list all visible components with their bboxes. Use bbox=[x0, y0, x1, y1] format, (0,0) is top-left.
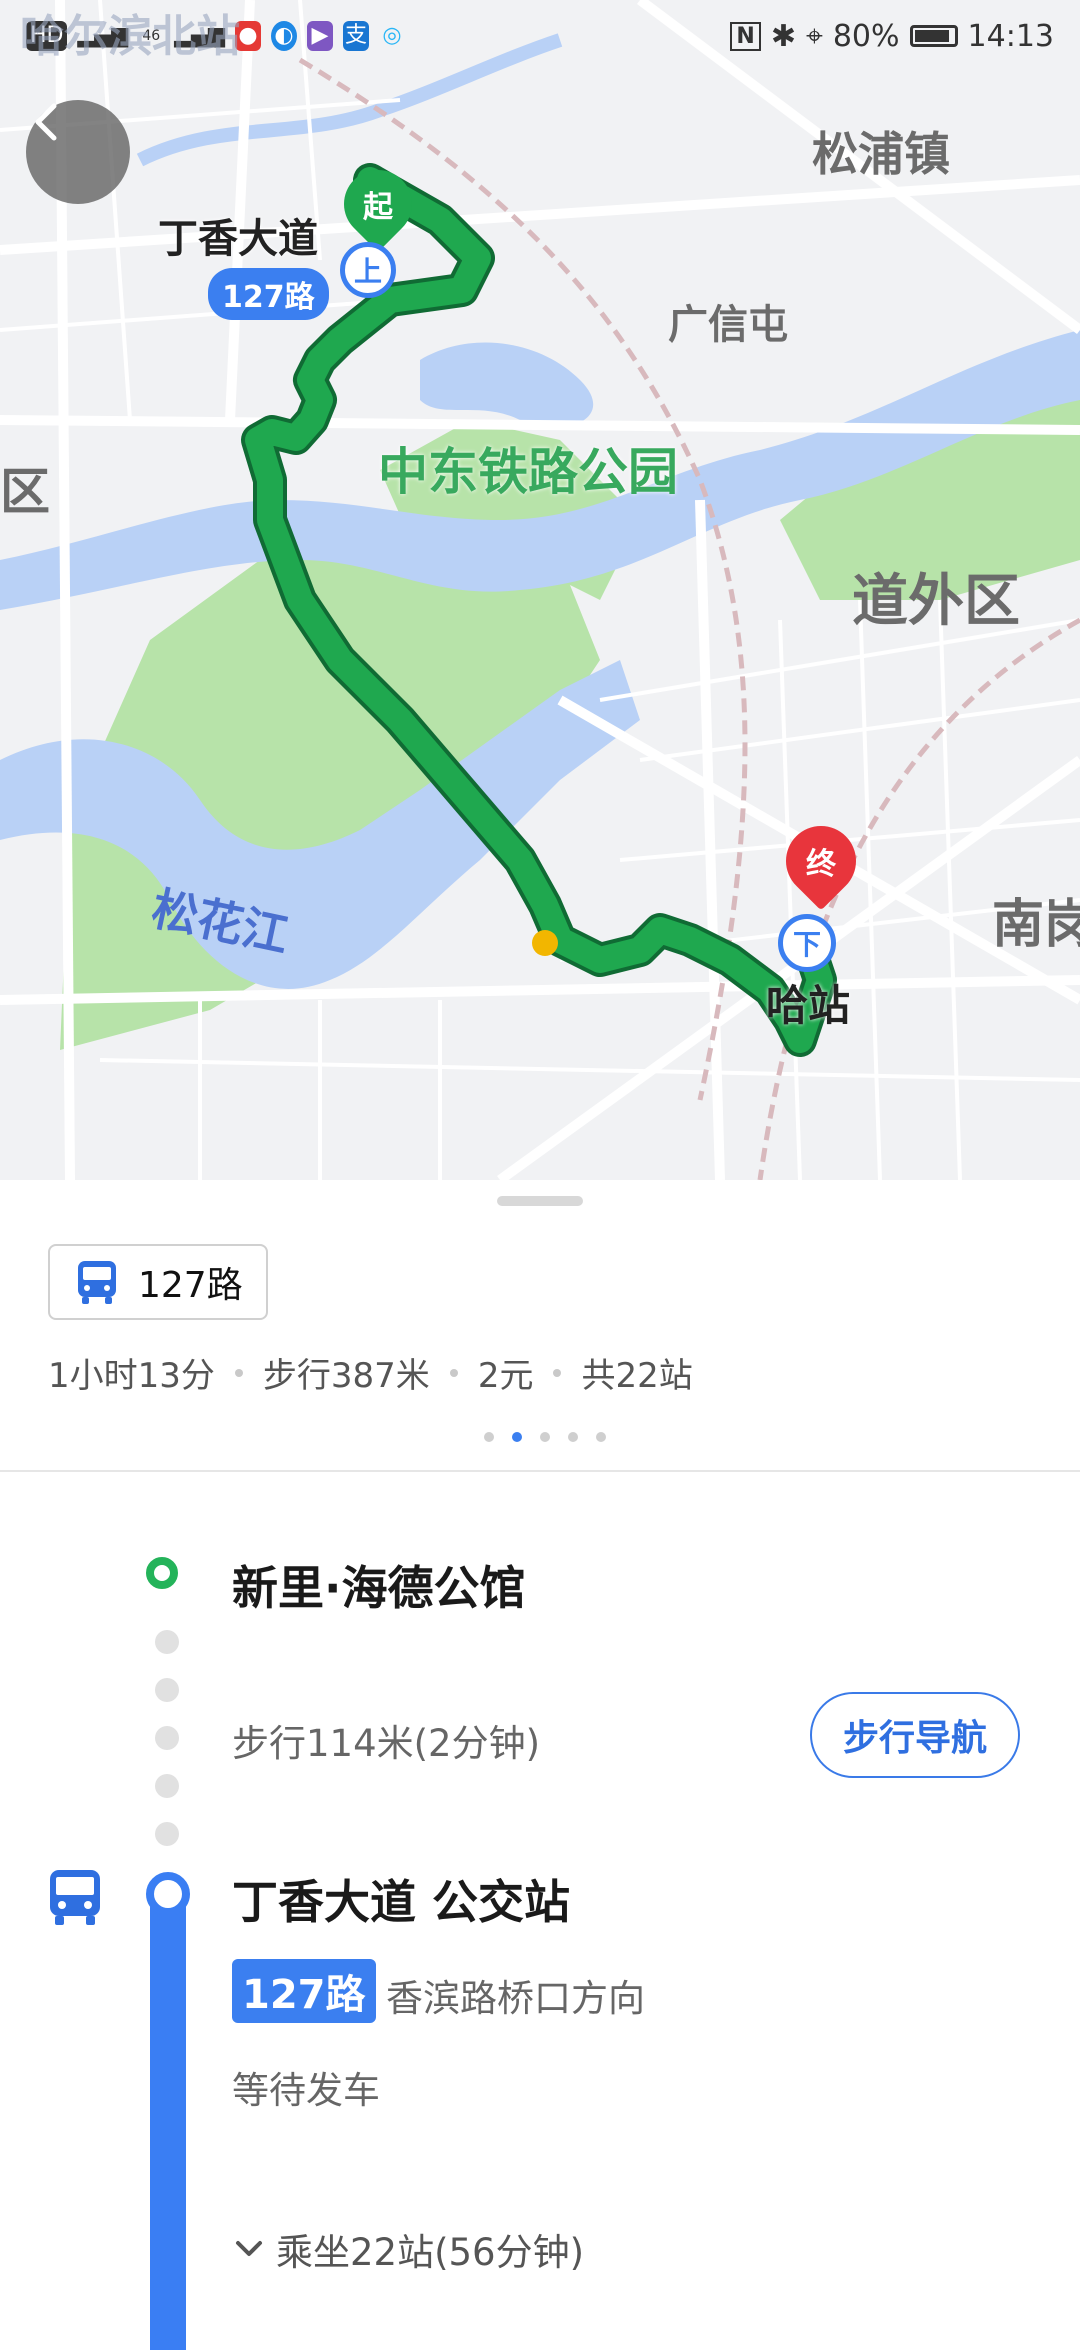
board-stop-marker[interactable]: 上 bbox=[340, 242, 396, 298]
map-label-start-stop: 丁香大道 bbox=[158, 216, 318, 262]
chevron-down-icon bbox=[236, 2241, 262, 2256]
walk-dot bbox=[155, 1630, 179, 1654]
map-line-tag: 127路 bbox=[208, 268, 329, 320]
walk-info: 步行114米(2分钟) bbox=[232, 1722, 541, 1765]
nfc-icon: N bbox=[730, 21, 761, 51]
drag-handle[interactable] bbox=[497, 1196, 583, 1206]
route-summary: 1小时13分 步行387米 2元 共22站 bbox=[48, 1348, 693, 1397]
qq-app-icon: ◎ bbox=[382, 23, 402, 48]
browser-app-icon: ◐ bbox=[271, 21, 298, 51]
line-badge[interactable]: 127路 bbox=[232, 1959, 376, 2023]
route-chip-label: 127路 bbox=[138, 1265, 243, 1306]
bus-stop-name: 丁香大道 公交站 bbox=[232, 1875, 571, 1929]
separator-dot bbox=[449, 1368, 458, 1377]
route-pager-dots[interactable] bbox=[484, 1432, 606, 1442]
walk-dot bbox=[155, 1726, 179, 1750]
map-label-qu: 区 bbox=[0, 463, 50, 521]
bus-icon bbox=[50, 1870, 100, 1925]
bus-stop-marker bbox=[146, 1872, 190, 1916]
summary-stops: 共22站 bbox=[581, 1356, 693, 1396]
wait-status: 等待发车 bbox=[232, 2069, 380, 2112]
ride-info-toggle[interactable]: 乘坐22站(56分钟) bbox=[232, 2222, 584, 2276]
map-label-top-left: 哈尔滨北站 bbox=[20, 11, 240, 62]
pager-dot[interactable] bbox=[512, 1432, 522, 1442]
map-label-guangxin: 广信屯 bbox=[668, 302, 788, 348]
pager-dot[interactable] bbox=[484, 1432, 494, 1442]
start-pin-label: 起 bbox=[363, 190, 393, 225]
alipay-app-icon: 支 bbox=[343, 21, 370, 51]
back-button[interactable] bbox=[26, 100, 130, 204]
separator-dot bbox=[234, 1368, 243, 1377]
bus-icon bbox=[78, 1261, 116, 1304]
origin-marker bbox=[146, 1557, 178, 1589]
traffic-marker bbox=[532, 930, 558, 956]
walk-dot bbox=[155, 1678, 179, 1702]
route-chip[interactable]: 127路 bbox=[48, 1244, 268, 1320]
summary-walk: 步行387米 bbox=[262, 1356, 430, 1396]
status-right: N ✱ ⌖ 80% 14:13 bbox=[730, 19, 1054, 54]
summary-duration: 1小时13分 bbox=[48, 1356, 215, 1396]
battery-icon bbox=[909, 25, 958, 47]
walk-dot bbox=[155, 1822, 179, 1846]
origin-name: 新里·海德公馆 bbox=[232, 1561, 526, 1615]
walk-dot bbox=[155, 1774, 179, 1798]
separator-dot bbox=[553, 1368, 562, 1377]
map-label-end-stop: 哈站 bbox=[766, 981, 851, 1030]
walk-navigation-button[interactable]: 步行导航 bbox=[810, 1692, 1020, 1778]
pager-dot[interactable] bbox=[568, 1432, 578, 1442]
map-label-songpu: 松浦镇 bbox=[812, 127, 950, 181]
video-app-icon: ▶ bbox=[307, 21, 334, 51]
ride-info: 乘坐22站(56分钟) bbox=[276, 2231, 585, 2274]
location-icon: ⌖ bbox=[805, 18, 823, 54]
route-map[interactable]: HD ▂▄▆ 46 ▂▄▆ ● ◐ ▶ 支 ◎ N ✱ ⌖ 80% 14:13 … bbox=[0, 0, 1080, 1180]
route-detail-sheet: 127路 1小时13分 步行387米 2元 共22站 新里·海德公馆 步行114… bbox=[0, 1180, 1080, 2350]
battery-percent: 80% bbox=[832, 18, 900, 54]
river-north-channel bbox=[420, 342, 594, 428]
bus-step-icon bbox=[44, 1868, 106, 1932]
bus-segment-line bbox=[150, 1890, 186, 2350]
pager-dot[interactable] bbox=[596, 1432, 606, 1442]
end-pin-label: 终 bbox=[806, 847, 836, 882]
clock: 14:13 bbox=[967, 18, 1054, 54]
map-label-park: 中东铁路公园 bbox=[378, 443, 678, 501]
alight-stop-marker[interactable]: 下 bbox=[778, 914, 836, 972]
bluetooth-icon: ✱ bbox=[770, 18, 796, 54]
map-label-nan: 南岗 bbox=[992, 895, 1080, 955]
pager-dot[interactable] bbox=[540, 1432, 550, 1442]
summary-fare: 2元 bbox=[477, 1356, 534, 1396]
divider bbox=[0, 1470, 1080, 1472]
chevron-left-icon bbox=[35, 103, 57, 141]
map-label-daowai: 道外区 bbox=[852, 569, 1020, 634]
direction-text: 香滨路桥口方向 bbox=[386, 1977, 645, 2020]
